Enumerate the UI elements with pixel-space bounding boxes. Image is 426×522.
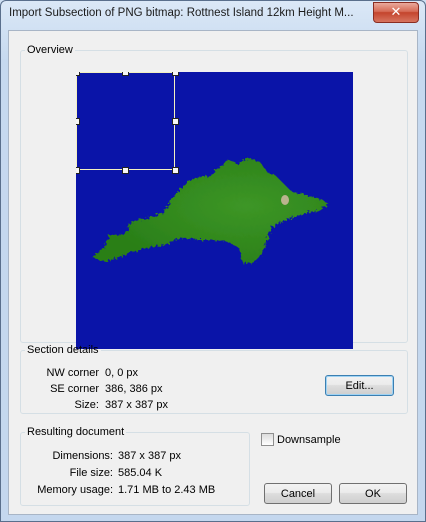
downsample-checkbox[interactable] xyxy=(261,433,274,446)
selection-handle-n[interactable] xyxy=(122,72,129,76)
selection-handle-e[interactable] xyxy=(172,118,179,125)
title-bar[interactable]: Import Subsection of PNG bitmap: Rottnes… xyxy=(1,1,425,27)
import-dialog-window: Import Subsection of PNG bitmap: Rottnes… xyxy=(0,0,426,522)
size-value: 387 x 387 px xyxy=(105,399,168,411)
selection-handle-s[interactable] xyxy=(122,167,129,174)
memory-usage-label: Memory usage: xyxy=(37,484,113,496)
nw-corner-label: NW corner xyxy=(46,367,99,379)
overview-legend: Overview xyxy=(27,44,73,56)
se-corner-value: 386, 386 px xyxy=(105,383,163,395)
size-label: Size: xyxy=(74,399,99,411)
selection-handle-ne[interactable] xyxy=(172,72,179,76)
island-peak xyxy=(281,195,289,205)
file-size-label: File size: xyxy=(69,467,113,479)
section-details-legend: Section details xyxy=(27,344,99,356)
resulting-document-group: Resulting document Dimensions: 387 x 387… xyxy=(20,426,250,506)
selection-rectangle[interactable] xyxy=(76,72,175,170)
se-corner-label: SE corner xyxy=(50,383,99,395)
cancel-button[interactable]: Cancel xyxy=(264,483,332,504)
dimensions-value: 387 x 387 px xyxy=(118,450,181,462)
section-details-group: Section details NW corner 0, 0 px SE cor… xyxy=(20,344,408,414)
memory-usage-value: 1.71 MB to 2.43 MB xyxy=(118,484,216,496)
selection-handle-nw[interactable] xyxy=(76,72,80,76)
overview-group: Overview xyxy=(20,44,408,349)
window-title: Import Subsection of PNG bitmap: Rottnes… xyxy=(9,7,354,19)
selection-handle-w[interactable] xyxy=(76,118,80,125)
downsample-label[interactable]: Downsample xyxy=(277,434,341,446)
dialog-client-area: Overview Section details NW corner 0, 0 … xyxy=(8,30,418,515)
overview-map[interactable] xyxy=(76,72,353,349)
selection-handle-sw[interactable] xyxy=(76,167,80,174)
dimensions-label: Dimensions: xyxy=(52,450,113,462)
selection-handle-se[interactable] xyxy=(172,167,179,174)
edit-button[interactable]: Edit... xyxy=(325,375,394,396)
nw-corner-value: 0, 0 px xyxy=(105,367,139,379)
ok-button[interactable]: OK xyxy=(339,483,407,504)
resulting-document-legend: Resulting document xyxy=(27,426,125,438)
file-size-value: 585.04 K xyxy=(118,467,163,479)
close-button[interactable]: ✕ xyxy=(373,2,419,23)
